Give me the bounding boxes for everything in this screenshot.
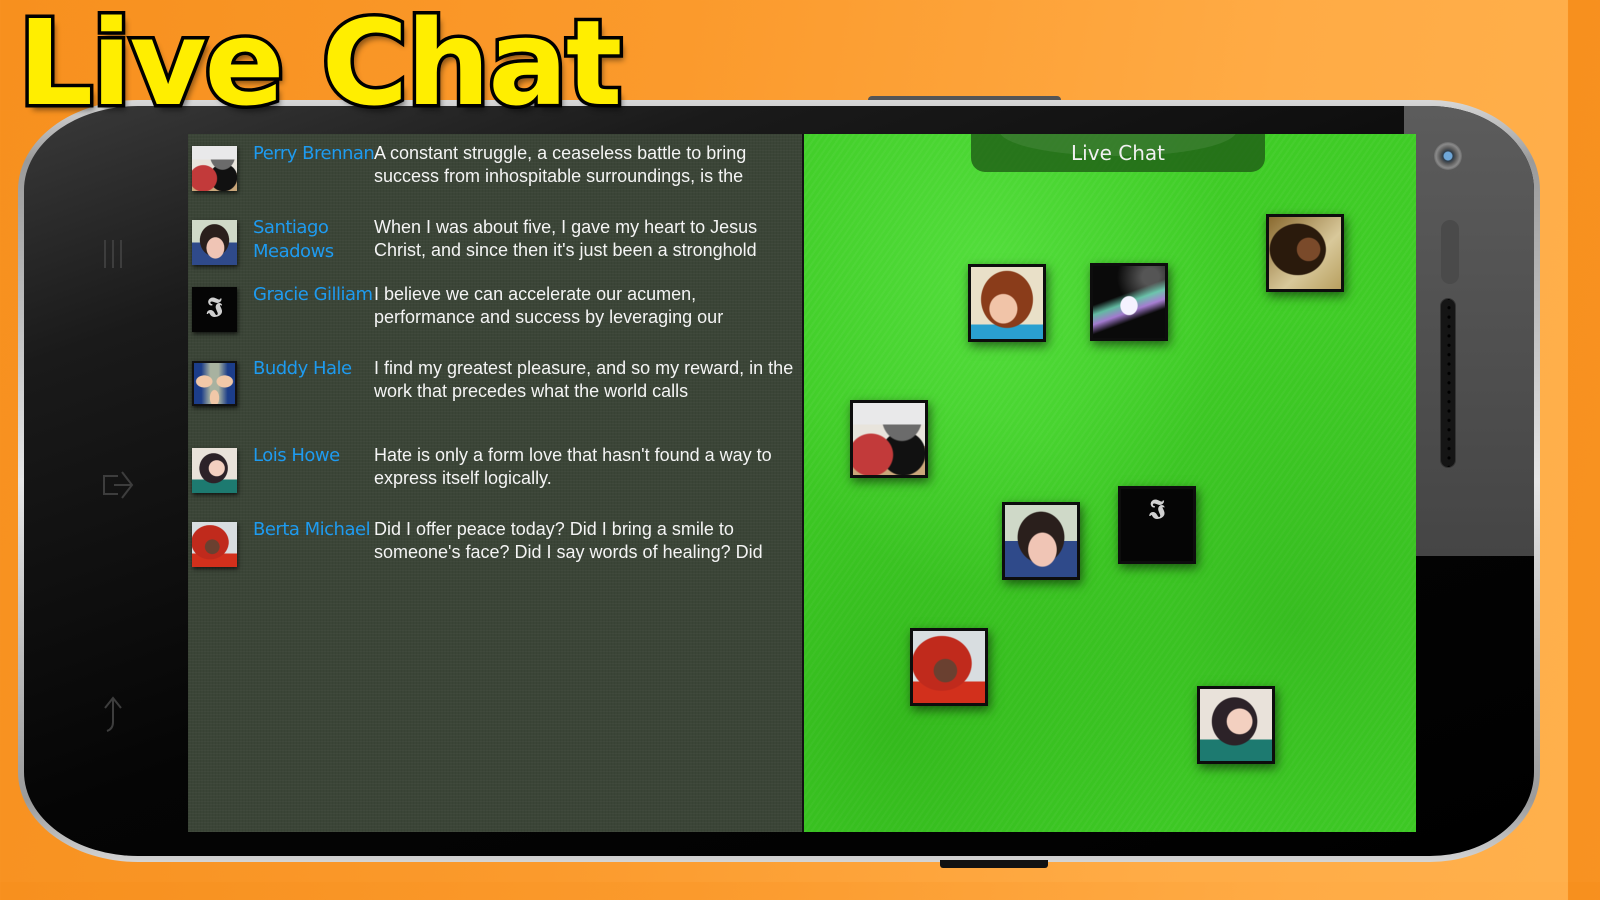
user-avatar[interactable] [192,522,237,567]
stage-avatar-tile[interactable] [850,400,928,478]
stage-avatar-tile[interactable] [1197,686,1275,764]
chat-message[interactable]: Berta Michael Did I offer peace today? D… [188,514,802,574]
menu-icon [104,240,122,268]
stage-avatar-tile[interactable] [1090,263,1168,341]
stage-avatar-tile[interactable] [1002,502,1080,580]
user-name-link[interactable]: Buddy Hale [253,357,383,381]
stage-avatar-tile[interactable] [968,264,1046,342]
user-avatar[interactable] [192,361,237,406]
user-avatar[interactable] [192,220,237,265]
live-chat-stage[interactable]: Live Chat [804,134,1416,832]
stage-header: Live Chat [971,134,1265,172]
proximity-sensor [1441,220,1459,284]
promo-title: Live Chat [14,0,625,132]
user-name-link[interactable]: Santiago Meadows [253,216,383,264]
user-avatar[interactable] [192,146,237,191]
menu-softkey[interactable] [96,236,130,272]
stage-avatar-tile[interactable] [910,628,988,706]
chat-message[interactable]: Santiago Meadows When I was about five, … [188,212,802,272]
message-text: I believe we can accelerate our acumen, … [374,284,724,327]
message-text: When I was about five, I gave my heart t… [374,217,758,260]
message-text: Hate is only a form love that hasn't fou… [374,445,772,488]
back-softkey[interactable] [96,694,130,734]
chat-message[interactable]: Perry Brennan A constant struggle, a cea… [188,138,802,198]
stage-title: Live Chat [1071,141,1165,165]
chat-message-list[interactable]: Perry Brennan A constant struggle, a cea… [188,134,802,832]
message-text: Did I offer peace today? Did I bring a s… [374,519,763,562]
phone-glare [1404,106,1534,556]
stage-avatar-tile[interactable] [1266,214,1344,292]
message-text: A constant struggle, a ceaseless battle … [374,143,747,186]
message-text: I find my greatest pleasure, and so my r… [374,358,794,401]
user-name-link[interactable]: Perry Brennan [253,142,383,166]
chat-message[interactable]: Lois Howe Hate is only a form love that … [188,440,802,500]
chat-message[interactable]: Gracie Gilliam I believe we can accelera… [188,279,802,339]
phone-bottom-button [940,860,1048,868]
chat-message[interactable]: Buddy Hale I find my greatest pleasure, … [188,353,802,413]
home-softkey[interactable] [96,466,134,504]
app-screen: Perry Brennan A constant struggle, a cea… [188,134,1416,832]
stage-avatar-tile[interactable] [1118,486,1196,564]
user-avatar[interactable] [192,287,237,332]
back-icon [104,696,122,732]
front-camera [1434,142,1462,170]
user-avatar[interactable] [192,448,237,493]
home-icon [103,471,134,499]
speaker-grille [1440,298,1456,468]
user-name-link[interactable]: Lois Howe [253,444,383,468]
